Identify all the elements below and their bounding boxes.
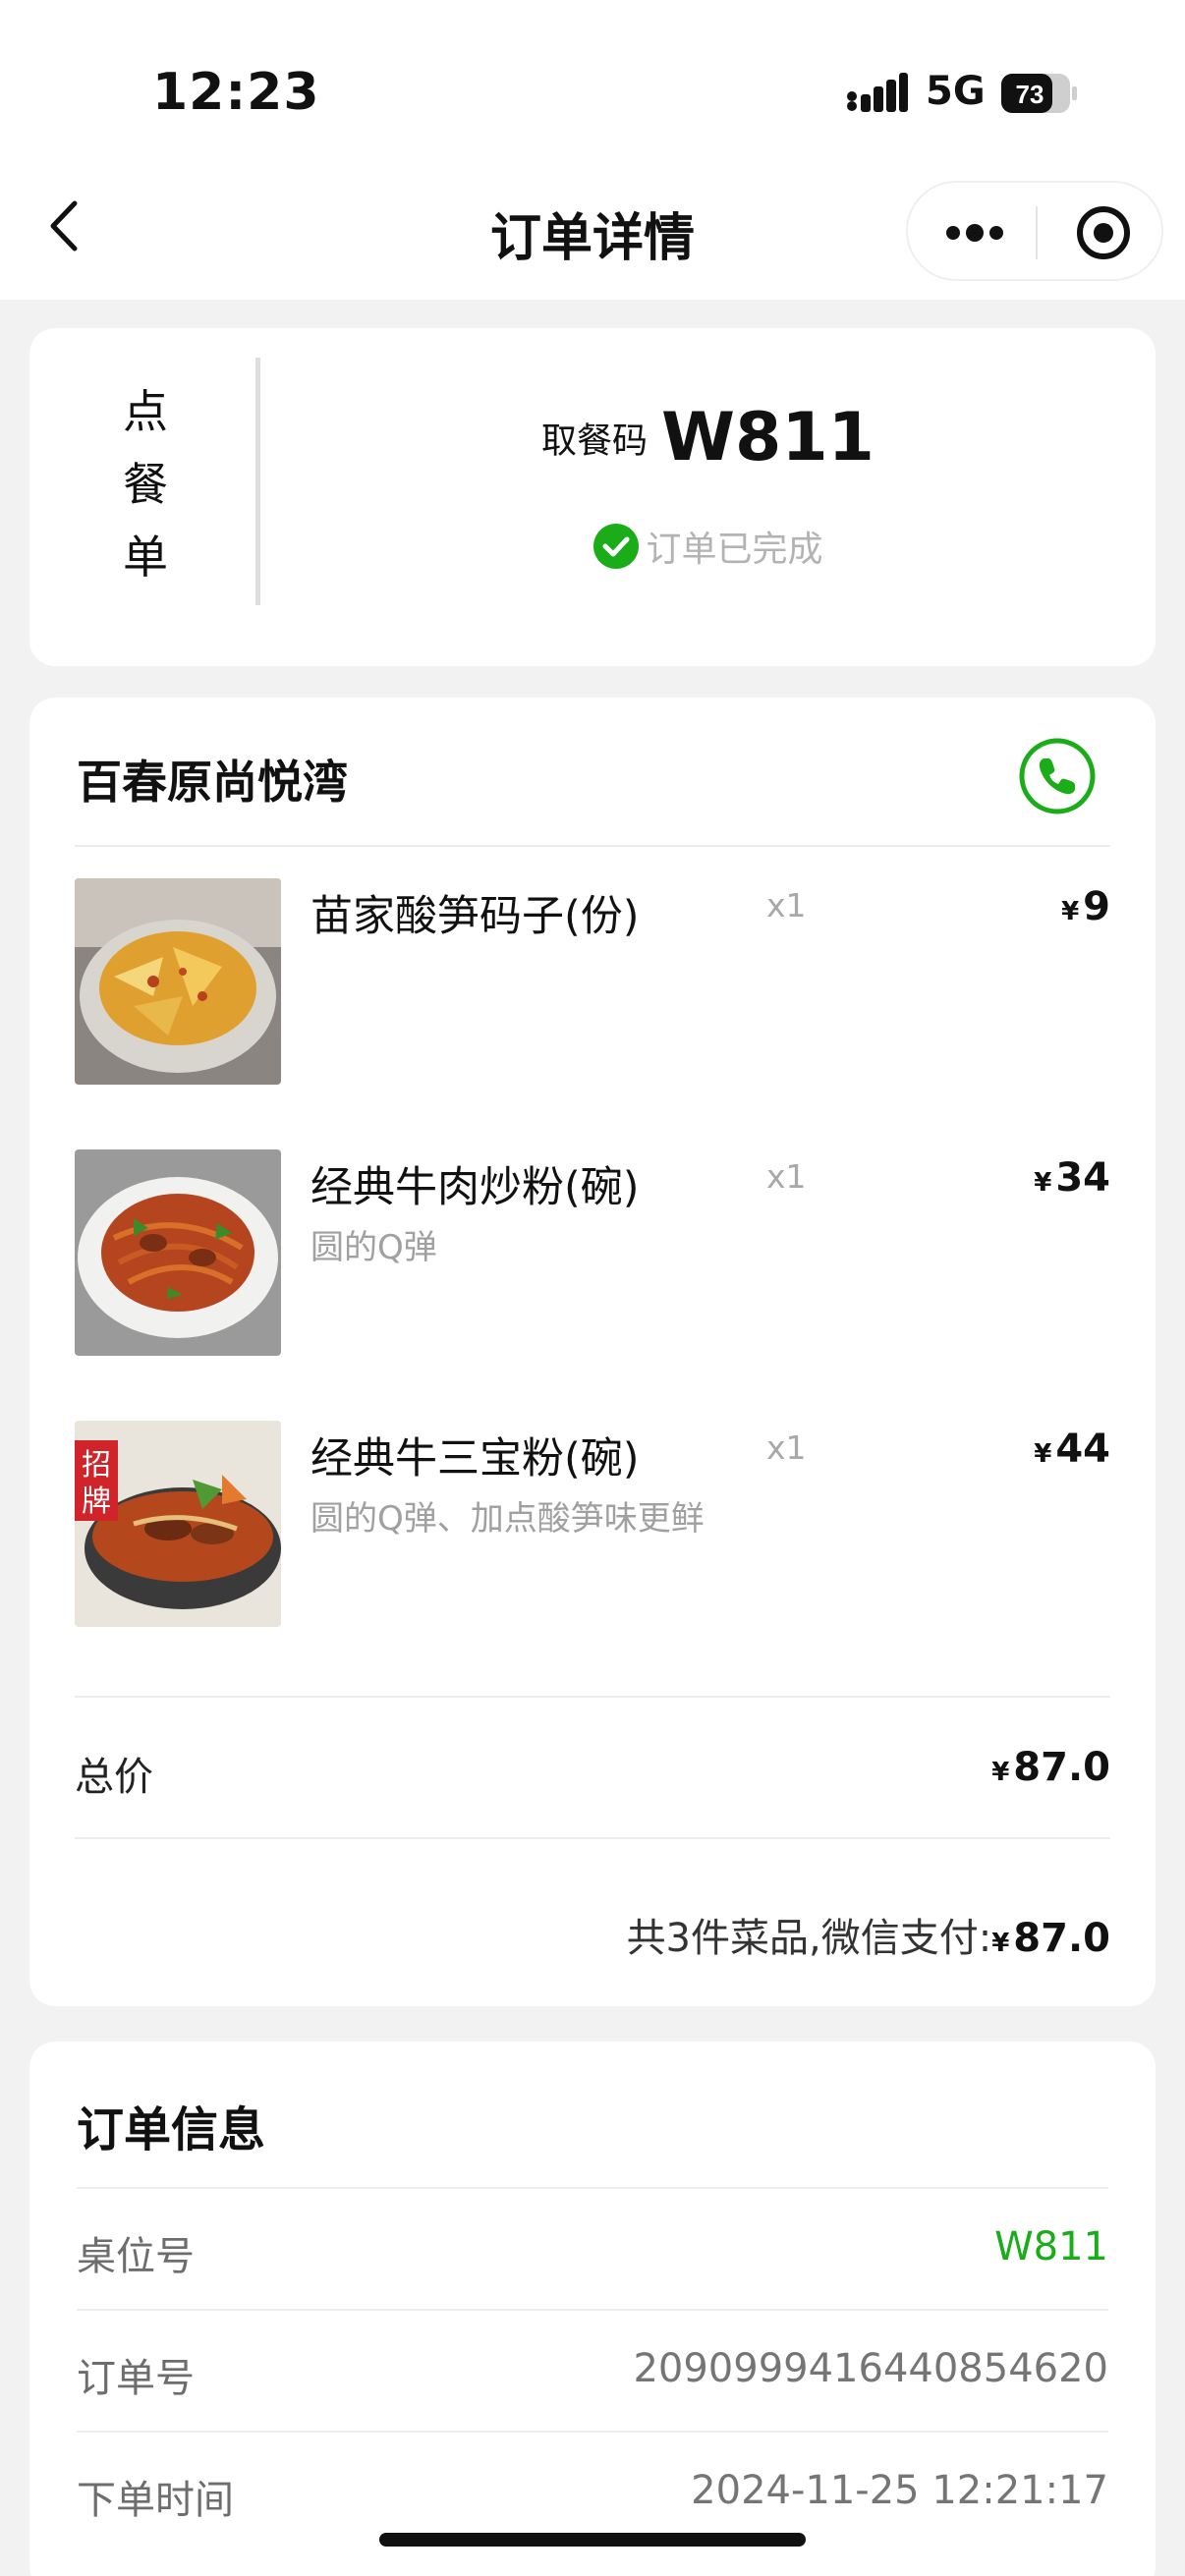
order-info-title: 订单信息 bbox=[77, 2102, 266, 2157]
payment-summary: 共3件菜品,微信支付:¥ 87.0 bbox=[627, 1906, 1110, 1963]
pickup-code: 取餐码 W811 bbox=[260, 399, 1156, 476]
dish-image: 招 牌 bbox=[75, 1421, 281, 1627]
dish-price-value: 9 bbox=[1083, 884, 1110, 929]
vertical-char: 餐 bbox=[123, 458, 168, 511]
dish-quantity: x1 bbox=[766, 886, 807, 924]
divider bbox=[75, 1837, 1110, 1839]
home-indicator[interactable] bbox=[379, 2533, 806, 2547]
dish-price: ¥44 bbox=[1034, 1427, 1110, 1472]
vertical-char: 点 bbox=[123, 385, 168, 438]
battery-icon: 73 bbox=[1001, 74, 1077, 113]
info-value: W811 bbox=[994, 2224, 1108, 2269]
list-item[interactable]: 招 牌 经典牛三宝粉(碗) x1 ¥44 圆的Q弹、加点酸笋味更鲜 bbox=[75, 1421, 1110, 1627]
currency-symbol: ¥ bbox=[991, 1929, 1010, 1958]
signal-icon bbox=[847, 73, 908, 112]
vertical-char: 单 bbox=[123, 531, 168, 584]
thumb-stamp: 牌 bbox=[82, 1484, 111, 1519]
capsule-divider bbox=[1036, 206, 1038, 259]
store-name: 百春原尚悦湾 bbox=[77, 756, 348, 809]
currency-symbol: ¥ bbox=[1034, 1439, 1052, 1469]
order-status: 订单已完成 bbox=[260, 521, 1156, 572]
info-label: 下单时间 bbox=[77, 2478, 234, 2523]
status-time: 12:23 bbox=[152, 63, 320, 122]
order-status-text: 订单已完成 bbox=[646, 530, 823, 570]
dish-note: 圆的Q弹 bbox=[310, 1228, 437, 1267]
list-item[interactable]: 经典牛肉炒粉(碗) x1 ¥34 圆的Q弹 bbox=[75, 1149, 1110, 1356]
dish-name: 经典牛肉炒粉(碗) bbox=[310, 1163, 640, 1212]
order-type-label: 点 餐 单 bbox=[116, 375, 175, 593]
info-value: 2024-11-25 12:21:17 bbox=[691, 2468, 1108, 2513]
top-bar: 12:23 5G 73 订单详情 bbox=[0, 0, 1185, 300]
info-row-order-number: 订单号 2090999416440854620 bbox=[77, 2309, 1108, 2431]
total-amount: ¥87.0 bbox=[991, 1745, 1110, 1790]
info-label: 订单号 bbox=[77, 2356, 195, 2401]
pickup-code-label: 取餐码 bbox=[541, 420, 649, 462]
dish-image bbox=[75, 1149, 281, 1356]
order-info-card: 订单信息 桌位号 W811 订单号 2090999416440854620 下单… bbox=[29, 2042, 1156, 2576]
dish-quantity: x1 bbox=[766, 1428, 807, 1467]
pickup-card: 点 餐 单 取餐码 W811 订单已完成 bbox=[29, 328, 1156, 666]
info-value: 2090999416440854620 bbox=[633, 2346, 1108, 2391]
network-label: 5G bbox=[926, 69, 986, 114]
phone-icon[interactable] bbox=[1018, 737, 1097, 815]
total-amount-value: 87.0 bbox=[1013, 1745, 1110, 1790]
info-label: 桌位号 bbox=[77, 2234, 195, 2279]
dish-price-value: 34 bbox=[1055, 1155, 1110, 1201]
payment-summary-text: 共3件菜品,微信支付: bbox=[626, 1916, 992, 1961]
mini-program-capsule bbox=[906, 181, 1163, 281]
order-items-card: 百春原尚悦湾 苗家酸笋码子(份) x1 ¥9 经典牛肉炒粉(碗) x1 ¥ 34… bbox=[29, 698, 1156, 2006]
more-dots-icon[interactable] bbox=[943, 214, 1006, 252]
divider bbox=[75, 845, 1110, 847]
total-row: 总价 ¥87.0 bbox=[75, 1745, 1110, 1804]
list-item[interactable]: 苗家酸笋码子(份) x1 ¥9 bbox=[75, 878, 1110, 1085]
dish-name: 苗家酸笋码子(份) bbox=[310, 892, 640, 941]
divider bbox=[75, 1696, 1110, 1698]
dish-price: ¥9 bbox=[1061, 884, 1110, 929]
dish-image bbox=[75, 878, 281, 1085]
record-target-icon[interactable] bbox=[1075, 204, 1132, 261]
currency-symbol: ¥ bbox=[991, 1758, 1010, 1787]
dish-quantity: x1 bbox=[766, 1157, 807, 1196]
battery-level: 73 bbox=[1016, 80, 1044, 109]
dish-price: ¥34 bbox=[1034, 1155, 1110, 1201]
check-circle-icon bbox=[593, 524, 640, 569]
pickup-code-value: W811 bbox=[661, 399, 875, 476]
info-row-table: 桌位号 W811 bbox=[77, 2187, 1108, 2309]
currency-symbol: ¥ bbox=[1061, 897, 1080, 926]
total-label: 总价 bbox=[75, 1755, 153, 1800]
dish-note: 圆的Q弹、加点酸笋味更鲜 bbox=[310, 1499, 705, 1539]
dish-price-value: 44 bbox=[1055, 1427, 1110, 1472]
dish-name: 经典牛三宝粉(碗) bbox=[310, 1434, 640, 1484]
thumb-stamp: 招 bbox=[82, 1448, 111, 1483]
payment-amount: 87.0 bbox=[1013, 1916, 1110, 1961]
currency-symbol: ¥ bbox=[1034, 1168, 1052, 1198]
